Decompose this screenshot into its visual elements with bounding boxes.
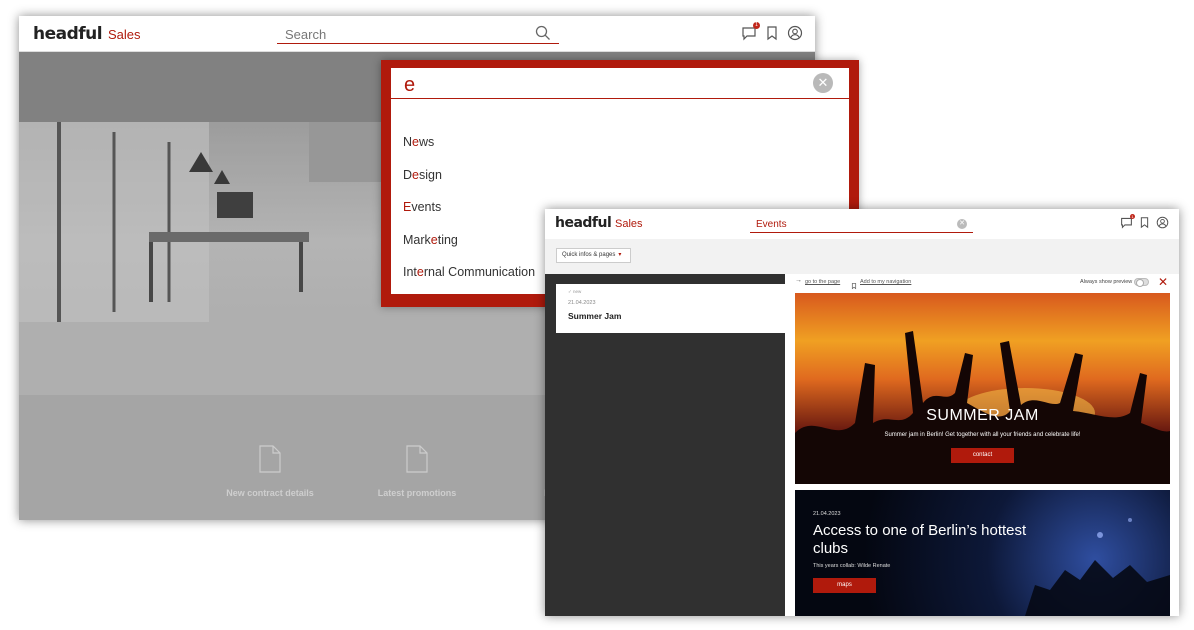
suggestion-marketing[interactable]: Marketing — [403, 233, 458, 247]
result-title: Summer Jam — [568, 311, 622, 321]
suggestion-text: N — [403, 135, 413, 149]
go-to-page-link[interactable]: go to the page — [805, 279, 840, 285]
card-subtitle: Summer jam in Berlin! Get together with … — [884, 432, 1081, 438]
quick-infos-dropdown[interactable]: Quick infos & pages ▾ — [556, 248, 631, 263]
result-meta: ✓ new — [568, 289, 582, 294]
clear-search-icon[interactable]: ✕ — [813, 73, 833, 93]
suggestion-match: e — [430, 233, 438, 247]
top-bar: headful Sales Search 1 — [19, 16, 815, 52]
search-field[interactable]: Search — [277, 24, 559, 44]
berlin-clubs-card[interactable]: 21.04.2023 Access to one of Berlin’s hot… — [795, 490, 1170, 616]
suggestion-news[interactable]: News — [403, 135, 434, 149]
suggestion-text: rnal Communication — [423, 265, 536, 279]
suggestion-events[interactable]: Events — [403, 200, 441, 214]
suggestion-match: e — [412, 168, 419, 182]
app-name[interactable]: Sales — [615, 218, 643, 230]
summer-jam-card[interactable]: SUMMER JAM Summer jam in Berlin! Get tog… — [795, 293, 1170, 484]
card-title: SUMMER JAM — [926, 407, 1039, 424]
suggestion-text: Mark — [403, 233, 431, 247]
foreground-window: headful Sales Events ✕ 1 Quick infos & p… — [545, 209, 1179, 616]
app-name[interactable]: Sales — [108, 27, 141, 42]
suggestion-match: e — [412, 135, 419, 149]
suggestion-text: Int — [403, 265, 417, 279]
card-title: Access to one of Berlin’s hottest clubs — [813, 522, 1027, 557]
card-date: 21.04.2023 — [813, 511, 841, 517]
result-item[interactable]: ✓ new 21.04.2023 Summer Jam — [556, 284, 785, 333]
always-show-preview-label: Always show preview — [1080, 279, 1133, 285]
suggestion-text: D — [403, 168, 413, 182]
search-field[interactable]: Events ✕ — [750, 217, 973, 233]
search-placeholder: Search — [285, 27, 327, 42]
header-actions: 1 — [1120, 214, 1169, 234]
user-icon[interactable] — [787, 25, 803, 46]
suggestion-text: vents — [411, 200, 442, 214]
user-icon[interactable] — [1156, 216, 1169, 234]
always-show-preview-toggle[interactable] — [1134, 278, 1149, 287]
maps-button[interactable]: maps — [813, 578, 876, 593]
close-icon[interactable]: ✕ — [1158, 275, 1168, 289]
suggestion-internal-communication[interactable]: Internal Communication — [403, 265, 535, 279]
search-query[interactable]: e — [404, 74, 415, 97]
add-to-navigation-link[interactable]: Add to my navigation — [860, 279, 911, 285]
notification-badge: 1 — [1130, 214, 1135, 219]
brand-logo[interactable]: headful — [33, 24, 103, 44]
suggestion-match: e — [416, 265, 424, 279]
contact-button[interactable]: contact — [951, 448, 1014, 463]
suggestion-text: sign — [418, 168, 442, 182]
arrow-right-icon: → — [795, 277, 802, 284]
bookmark-icon[interactable] — [765, 25, 779, 46]
header-actions: 1 — [741, 22, 803, 46]
card-subtitle: This years collab: Wilde Renate — [813, 563, 891, 569]
suggestion-design[interactable]: Design — [403, 168, 442, 182]
preview-pane: → go to the page Add to my navigation Al… — [785, 274, 1179, 616]
top-bar: headful Sales Events ✕ 1 — [545, 209, 1179, 239]
suggestion-text: ws — [418, 135, 435, 149]
bookmark-icon[interactable] — [1139, 216, 1150, 234]
query-underline — [391, 98, 849, 99]
chat-icon[interactable]: 1 — [1120, 214, 1135, 234]
chat-icon[interactable]: 1 — [741, 22, 760, 46]
result-date: 21.04.2023 — [568, 300, 596, 306]
brand-logo[interactable]: headful — [555, 215, 612, 231]
preview-toolbar: → go to the page Add to my navigation Al… — [785, 274, 1179, 292]
suggestion-text: ting — [437, 233, 458, 247]
chevron-down-icon: ▾ — [618, 252, 622, 258]
results-list: ✓ new 21.04.2023 Summer Jam — [545, 274, 785, 616]
notification-badge: 1 — [753, 22, 760, 29]
clear-search-icon[interactable]: ✕ — [957, 219, 967, 229]
search-value: Events — [756, 219, 787, 230]
search-icon[interactable] — [535, 25, 551, 46]
quick-infos-label: Quick infos & pages — [562, 252, 616, 258]
